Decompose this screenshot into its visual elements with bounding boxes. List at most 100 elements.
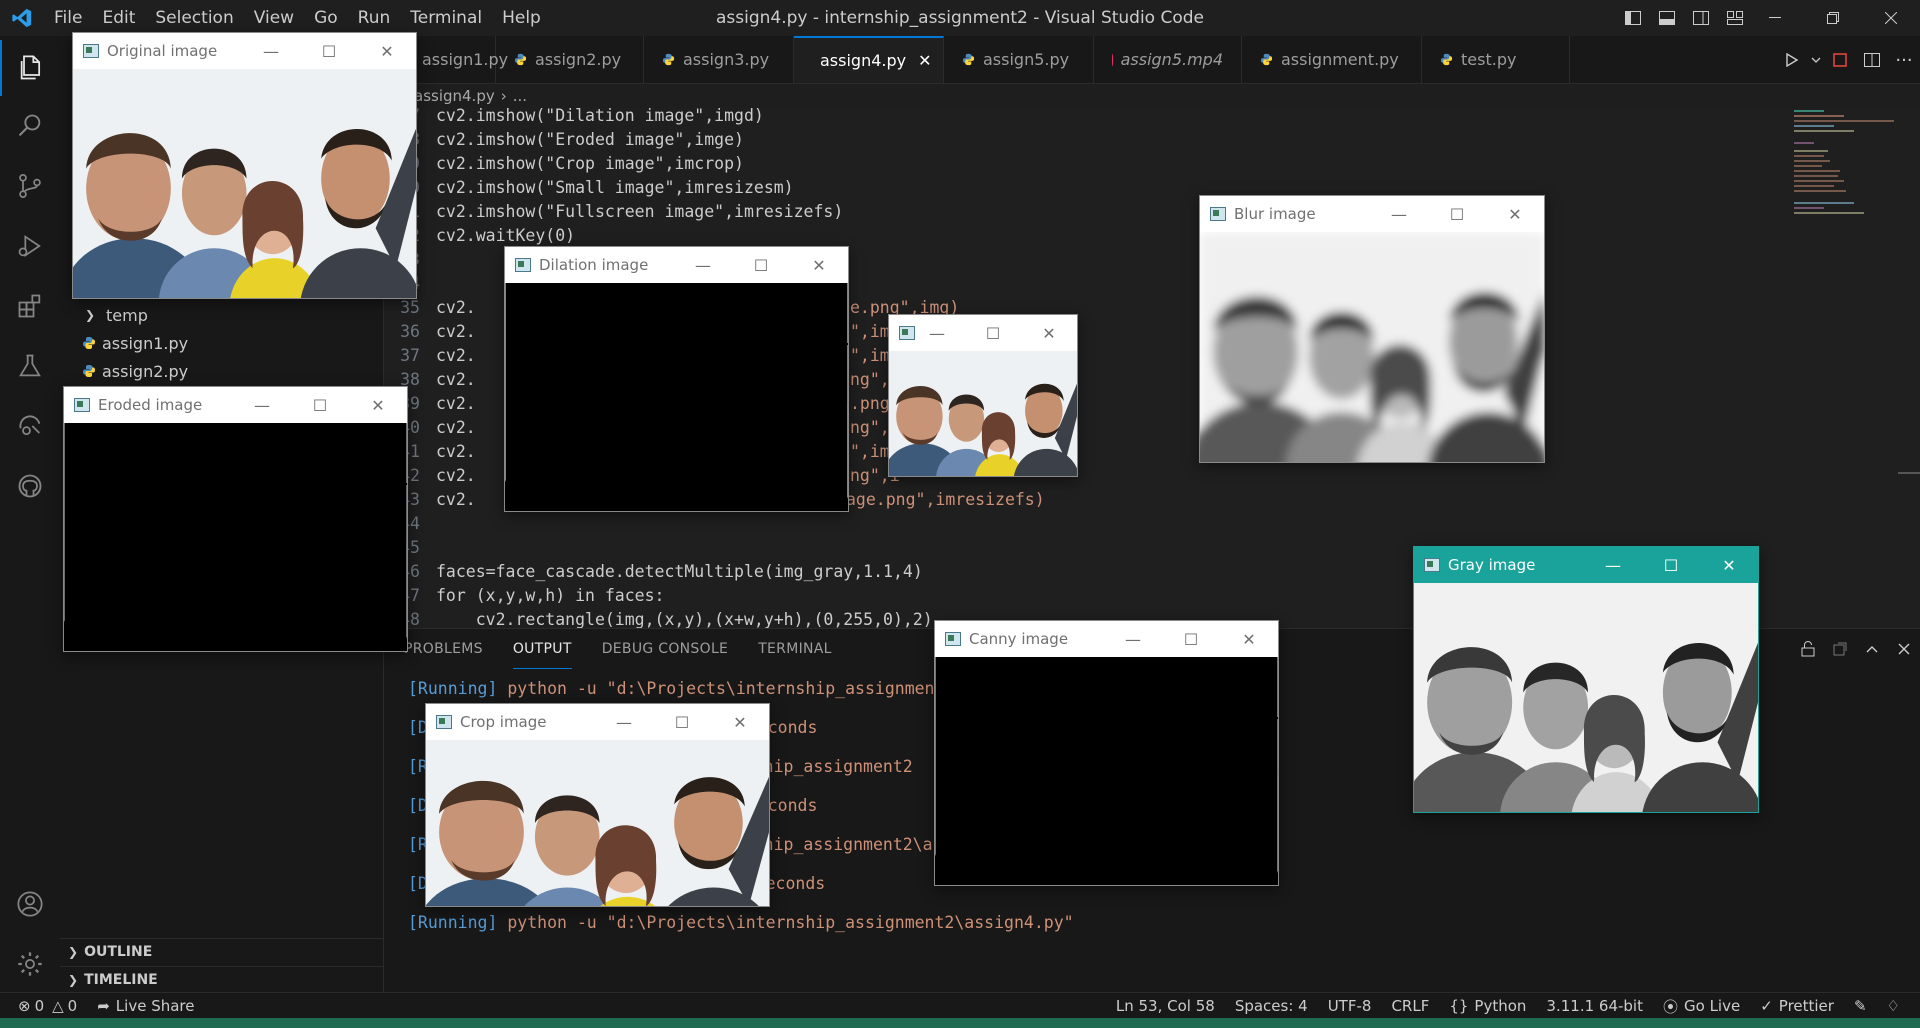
menu-help[interactable]: Help: [492, 0, 551, 36]
open-in-editor-icon[interactable]: [1824, 642, 1856, 656]
menu-view[interactable]: View: [244, 0, 304, 36]
maximize-window-icon[interactable]: ☐: [965, 315, 1021, 351]
code-line[interactable]: 48 cv2.rectangle(img,(x,y),(x+w,y+h),(0,…: [384, 608, 933, 628]
minimize-window-icon[interactable]: [1746, 0, 1804, 36]
timeline-section[interactable]: ❯ TIMELINE: [60, 966, 384, 992]
tab-problems[interactable]: PROBLEMS: [404, 629, 483, 669]
close-window-icon[interactable]: ✕: [349, 387, 407, 423]
go-live-button[interactable]: ⦿ Go Live: [1663, 996, 1740, 1017]
cv-window-gray[interactable]: Gray image — ☐ ✕: [1413, 546, 1759, 813]
accounts-icon[interactable]: [0, 876, 60, 932]
source-control-icon[interactable]: [0, 158, 60, 214]
cv-window-titlebar[interactable]: Dilation image — ☐ ✕: [505, 247, 848, 283]
search-icon[interactable]: [0, 98, 60, 154]
close-window-icon[interactable]: ✕: [790, 247, 848, 283]
cv-window-original[interactable]: Original image — ☐ ✕: [72, 32, 417, 299]
tab-assign2[interactable]: assign2.py: [496, 36, 644, 83]
cursor-position[interactable]: Ln 53, Col 58: [1116, 997, 1215, 1015]
cv-window-eroded[interactable]: Eroded image — ☐ ✕: [63, 386, 408, 652]
code-line[interactable]: 31cv2.imshow("Fullscreen image",imresize…: [384, 200, 843, 224]
code-line[interactable]: 28cv2.imshow("Eroded image",imge): [384, 128, 744, 152]
problems-status[interactable]: ⊗ 0 △ 0: [18, 997, 77, 1015]
code-line[interactable]: 35 cv2.: [384, 296, 476, 320]
feedback-icon[interactable]: ✎: [1854, 997, 1867, 1015]
code-line[interactable]: 29cv2.imshow("Crop image",imcrop): [384, 152, 744, 176]
run-and-debug-icon[interactable]: [0, 218, 60, 274]
maximize-window-icon[interactable]: ☐: [732, 247, 790, 283]
maximize-window-icon[interactable]: ☐: [1642, 547, 1700, 583]
close-window-icon[interactable]: ✕: [1700, 547, 1758, 583]
code-line[interactable]: 47 for (x,y,w,h) in faces:: [384, 584, 664, 608]
menu-go[interactable]: Go: [304, 0, 348, 36]
encoding[interactable]: UTF-8: [1328, 997, 1372, 1015]
cv-window-dilation[interactable]: Dilation image — ☐ ✕: [504, 246, 849, 512]
tab-assign4[interactable]: assign4.py ✕: [794, 36, 944, 83]
tree-file-assign2[interactable]: assign2.py: [60, 358, 384, 384]
run-file-icon[interactable]: [1776, 53, 1808, 67]
cv-window-titlebar[interactable]: Blur image — ☐ ✕: [1200, 196, 1544, 232]
minimize-window-icon[interactable]: —: [909, 315, 965, 351]
close-window-icon[interactable]: ✕: [711, 704, 769, 740]
chevron-down-icon[interactable]: [1808, 57, 1824, 63]
maximize-window-icon[interactable]: ☐: [1162, 621, 1220, 657]
lock-output-icon[interactable]: [1792, 641, 1824, 657]
minimize-window-icon[interactable]: —: [233, 387, 291, 423]
close-window-icon[interactable]: ✕: [1220, 621, 1278, 657]
maximize-window-icon[interactable]: ☐: [653, 704, 711, 740]
stop-icon[interactable]: [1824, 53, 1856, 67]
maximize-panel-icon[interactable]: [1856, 645, 1888, 653]
explorer-icon[interactable]: [0, 40, 60, 96]
language-mode[interactable]: {} Python: [1449, 997, 1526, 1015]
code-line[interactable]: 37 cv2.: [384, 344, 476, 368]
split-editor-icon[interactable]: [1856, 53, 1888, 67]
github-icon[interactable]: [0, 458, 60, 514]
testing-icon[interactable]: [0, 338, 60, 394]
minimize-window-icon[interactable]: —: [595, 704, 653, 740]
tab-assign5[interactable]: assign5.py: [944, 36, 1094, 83]
code-line[interactable]: 30cv2.imshow("Small image",imresizesm): [384, 176, 794, 200]
minimize-window-icon[interactable]: —: [1584, 547, 1642, 583]
python-interpreter[interactable]: 3.11.1 64-bit: [1546, 997, 1643, 1015]
cv-window-titlebar[interactable]: Original image — ☐ ✕: [73, 33, 416, 69]
cv-window-titlebar[interactable]: Canny image — ☐ ✕: [935, 621, 1278, 657]
code-line[interactable]: 27cv2.imshow("Dilation image",imgd): [384, 108, 764, 128]
cv-window-titlebar[interactable]: Crop image — ☐ ✕: [426, 704, 769, 740]
close-window-icon[interactable]: ✕: [1486, 196, 1544, 232]
close-tab-icon[interactable]: ✕: [918, 51, 931, 70]
maximize-window-icon[interactable]: ☐: [300, 33, 358, 69]
toggle-secondary-sidebar-icon[interactable]: [1684, 0, 1718, 36]
prettier-status[interactable]: ✓ Prettier: [1760, 997, 1834, 1015]
minimize-window-icon[interactable]: —: [1370, 196, 1428, 232]
indentation[interactable]: Spaces: 4: [1235, 997, 1308, 1015]
code-line[interactable]: 46 faces=face_cascade.detectMultiple(img_…: [384, 560, 923, 584]
menu-file[interactable]: File: [44, 0, 92, 36]
code-line[interactable]: 36 cv2.: [384, 320, 476, 344]
close-window-icon[interactable]: ✕: [358, 33, 416, 69]
toggle-panel-icon[interactable]: [1650, 0, 1684, 36]
cv-window-blur[interactable]: Blur image — ☐ ✕: [1199, 195, 1545, 463]
tab-assignment[interactable]: assignment.py: [1242, 36, 1422, 83]
breadcrumb-symbols[interactable]: ...: [513, 87, 527, 105]
outline-section[interactable]: ❯ OUTLINE: [60, 938, 384, 964]
tab-assign3[interactable]: assign3.py: [644, 36, 794, 83]
tab-debug-console[interactable]: DEBUG CONSOLE: [602, 629, 729, 669]
cv-window-canny[interactable]: Canny image — ☐ ✕: [934, 620, 1279, 886]
menu-selection[interactable]: Selection: [145, 0, 243, 36]
tree-file-assign1[interactable]: assign1.py: [60, 330, 384, 356]
toggle-primary-sidebar-icon[interactable]: [1616, 0, 1650, 36]
minimize-window-icon[interactable]: —: [674, 247, 732, 283]
remote-explorer-icon[interactable]: [0, 398, 60, 454]
cv-window-titlebar[interactable]: — ☐ ✕: [889, 315, 1077, 351]
tab-output[interactable]: OUTPUT: [512, 629, 572, 669]
minimize-window-icon[interactable]: —: [242, 33, 300, 69]
notifications-bell-icon[interactable]: ♢: [1887, 997, 1900, 1015]
more-actions-icon[interactable]: ···: [1888, 50, 1920, 71]
menu-terminal[interactable]: Terminal: [400, 0, 492, 36]
minimize-window-icon[interactable]: —: [1104, 621, 1162, 657]
cv-window-titlebar[interactable]: Gray image — ☐ ✕: [1414, 547, 1758, 583]
maximize-window-icon[interactable]: ☐: [1428, 196, 1486, 232]
extensions-icon[interactable]: [0, 278, 60, 334]
close-window-icon[interactable]: ✕: [1021, 315, 1077, 351]
maximize-window-icon[interactable]: ☐: [291, 387, 349, 423]
minimap[interactable]: [1786, 106, 1896, 226]
